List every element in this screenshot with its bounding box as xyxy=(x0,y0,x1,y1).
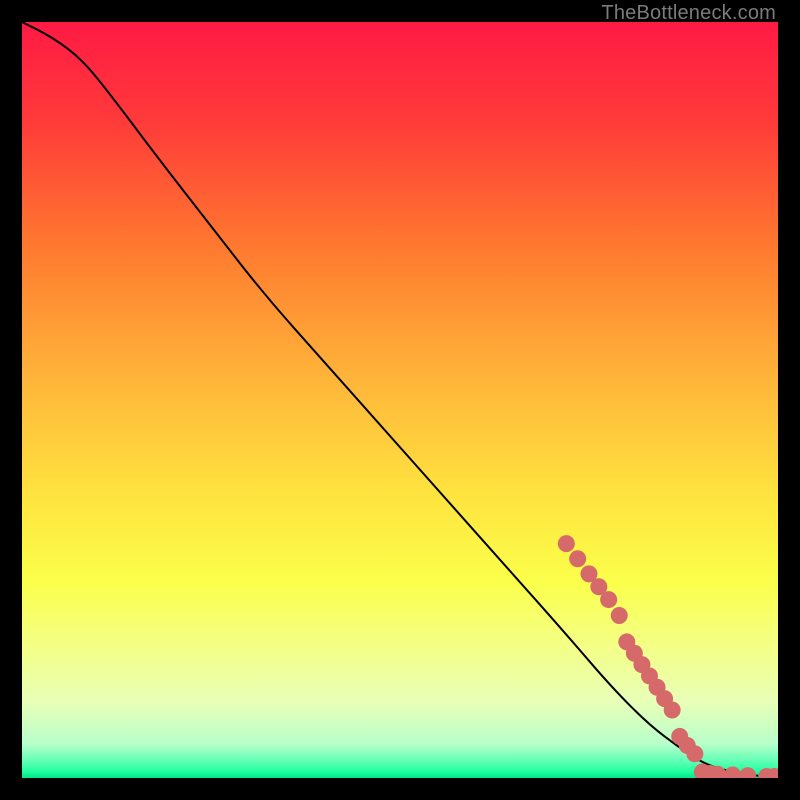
chart-frame xyxy=(22,22,778,778)
data-marker xyxy=(686,745,703,762)
data-marker xyxy=(558,535,575,552)
data-marker xyxy=(569,550,586,567)
data-marker xyxy=(600,591,617,608)
data-marker xyxy=(664,701,681,718)
bottleneck-chart xyxy=(22,22,778,778)
data-marker xyxy=(611,607,628,624)
gradient-background xyxy=(22,22,778,778)
